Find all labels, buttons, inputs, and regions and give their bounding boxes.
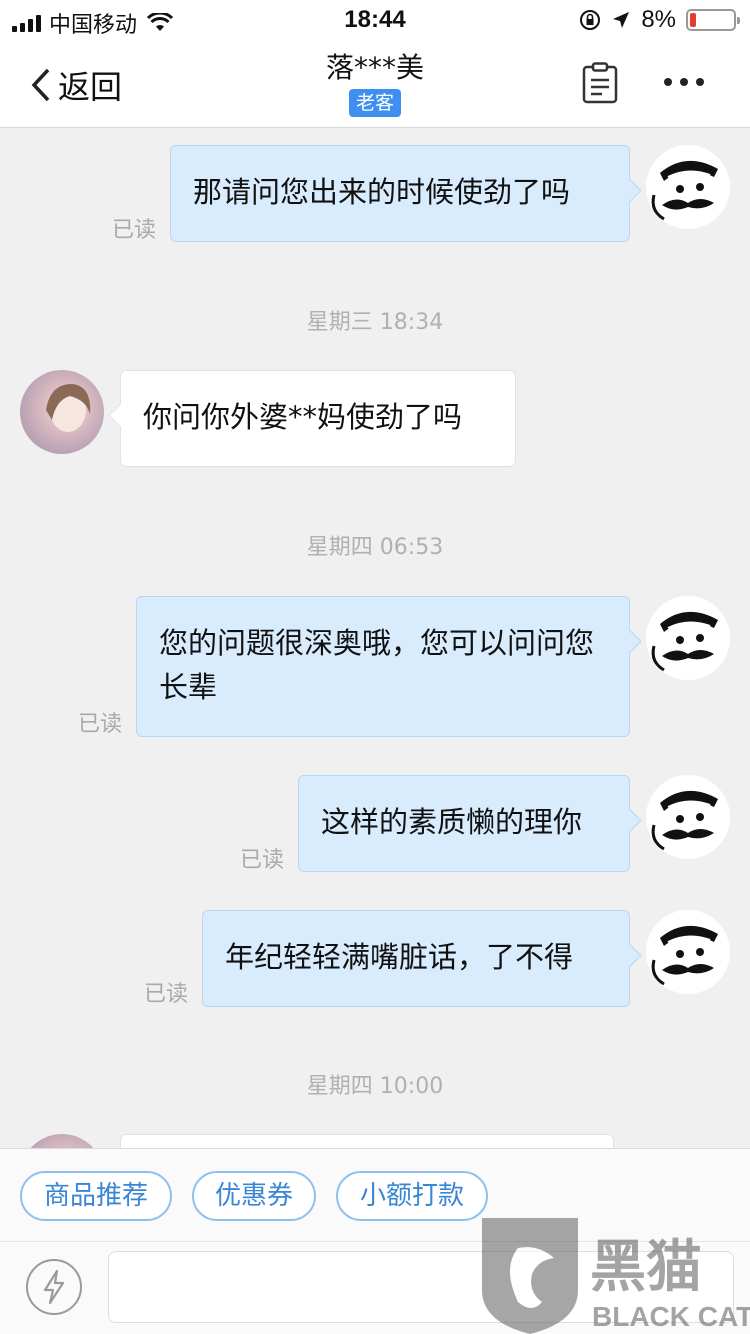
message-text: 年纪轻轻满嘴脏话，了不得 xyxy=(225,940,574,974)
read-status: 已读 xyxy=(144,982,189,1007)
cartoon-face-icon xyxy=(651,925,718,986)
black-cat-watermark: 黑猫 BLACK CAT xyxy=(478,1218,750,1334)
quick-reply-button[interactable] xyxy=(26,1259,82,1315)
message-outgoing[interactable]: 年纪轻轻满嘴脏话，了不得 xyxy=(202,910,630,1007)
cartoon-face-icon xyxy=(651,611,718,672)
read-status: 已读 xyxy=(112,218,157,243)
message-outgoing[interactable]: 那请问您出来的时候使劲了吗 xyxy=(170,145,630,242)
rotation-lock-icon xyxy=(580,10,601,30)
battery-level xyxy=(690,13,696,27)
message-outgoing[interactable]: 这样的素质懒的理你 xyxy=(298,775,630,872)
status-bar: 中国移动 18:44 8% xyxy=(0,0,750,40)
timestamp: 星期四 06:53 xyxy=(306,535,444,560)
customer-badge: 老客 xyxy=(349,89,401,117)
message-incoming[interactable]: 你问你外婆**妈使劲了吗 xyxy=(120,370,516,467)
message-text: 您的问题很深奥哦，您可以问问您长辈 xyxy=(159,626,595,704)
clipboard-icon[interactable] xyxy=(582,62,618,104)
cartoon-face-icon xyxy=(651,790,718,851)
small-payment-button[interactable]: 小额打款 xyxy=(336,1171,488,1221)
timestamp: 星期四 10:00 xyxy=(306,1074,444,1099)
contact-avatar[interactable] xyxy=(20,370,104,454)
message-outgoing[interactable]: 您的问题很深奥哦，您可以问问您长辈 xyxy=(136,596,630,737)
status-right: 8% xyxy=(579,6,740,34)
my-avatar[interactable] xyxy=(646,596,730,680)
nav-bar: 返回 落***美 老客 xyxy=(0,40,750,128)
more-icon[interactable] xyxy=(664,78,704,86)
timestamp: 星期三 18:34 xyxy=(306,310,444,335)
watermark-cn: 黑猫 xyxy=(590,1235,702,1300)
location-icon xyxy=(613,12,630,28)
profile-photo xyxy=(46,384,91,432)
battery-icon xyxy=(686,9,740,31)
read-status: 已读 xyxy=(240,848,285,873)
read-status: 已读 xyxy=(78,712,123,737)
message-text: 这样的素质懒的理你 xyxy=(321,805,583,839)
lightning-icon xyxy=(43,1269,65,1305)
message-text: 那请问您出来的时候使劲了吗 xyxy=(193,175,571,209)
coupon-button[interactable]: 优惠券 xyxy=(192,1171,316,1221)
message-text: 你问你外婆**妈使劲了吗 xyxy=(143,400,463,434)
watermark-en: BLACK CAT xyxy=(592,1301,750,1332)
cartoon-face-icon xyxy=(651,160,718,221)
my-avatar[interactable] xyxy=(646,145,730,229)
my-avatar[interactable] xyxy=(646,775,730,859)
product-recommend-button[interactable]: 商品推荐 xyxy=(20,1171,172,1221)
my-avatar[interactable] xyxy=(646,910,730,994)
battery-percent: 8% xyxy=(641,6,676,33)
contact-name: 落***美 xyxy=(325,51,424,84)
